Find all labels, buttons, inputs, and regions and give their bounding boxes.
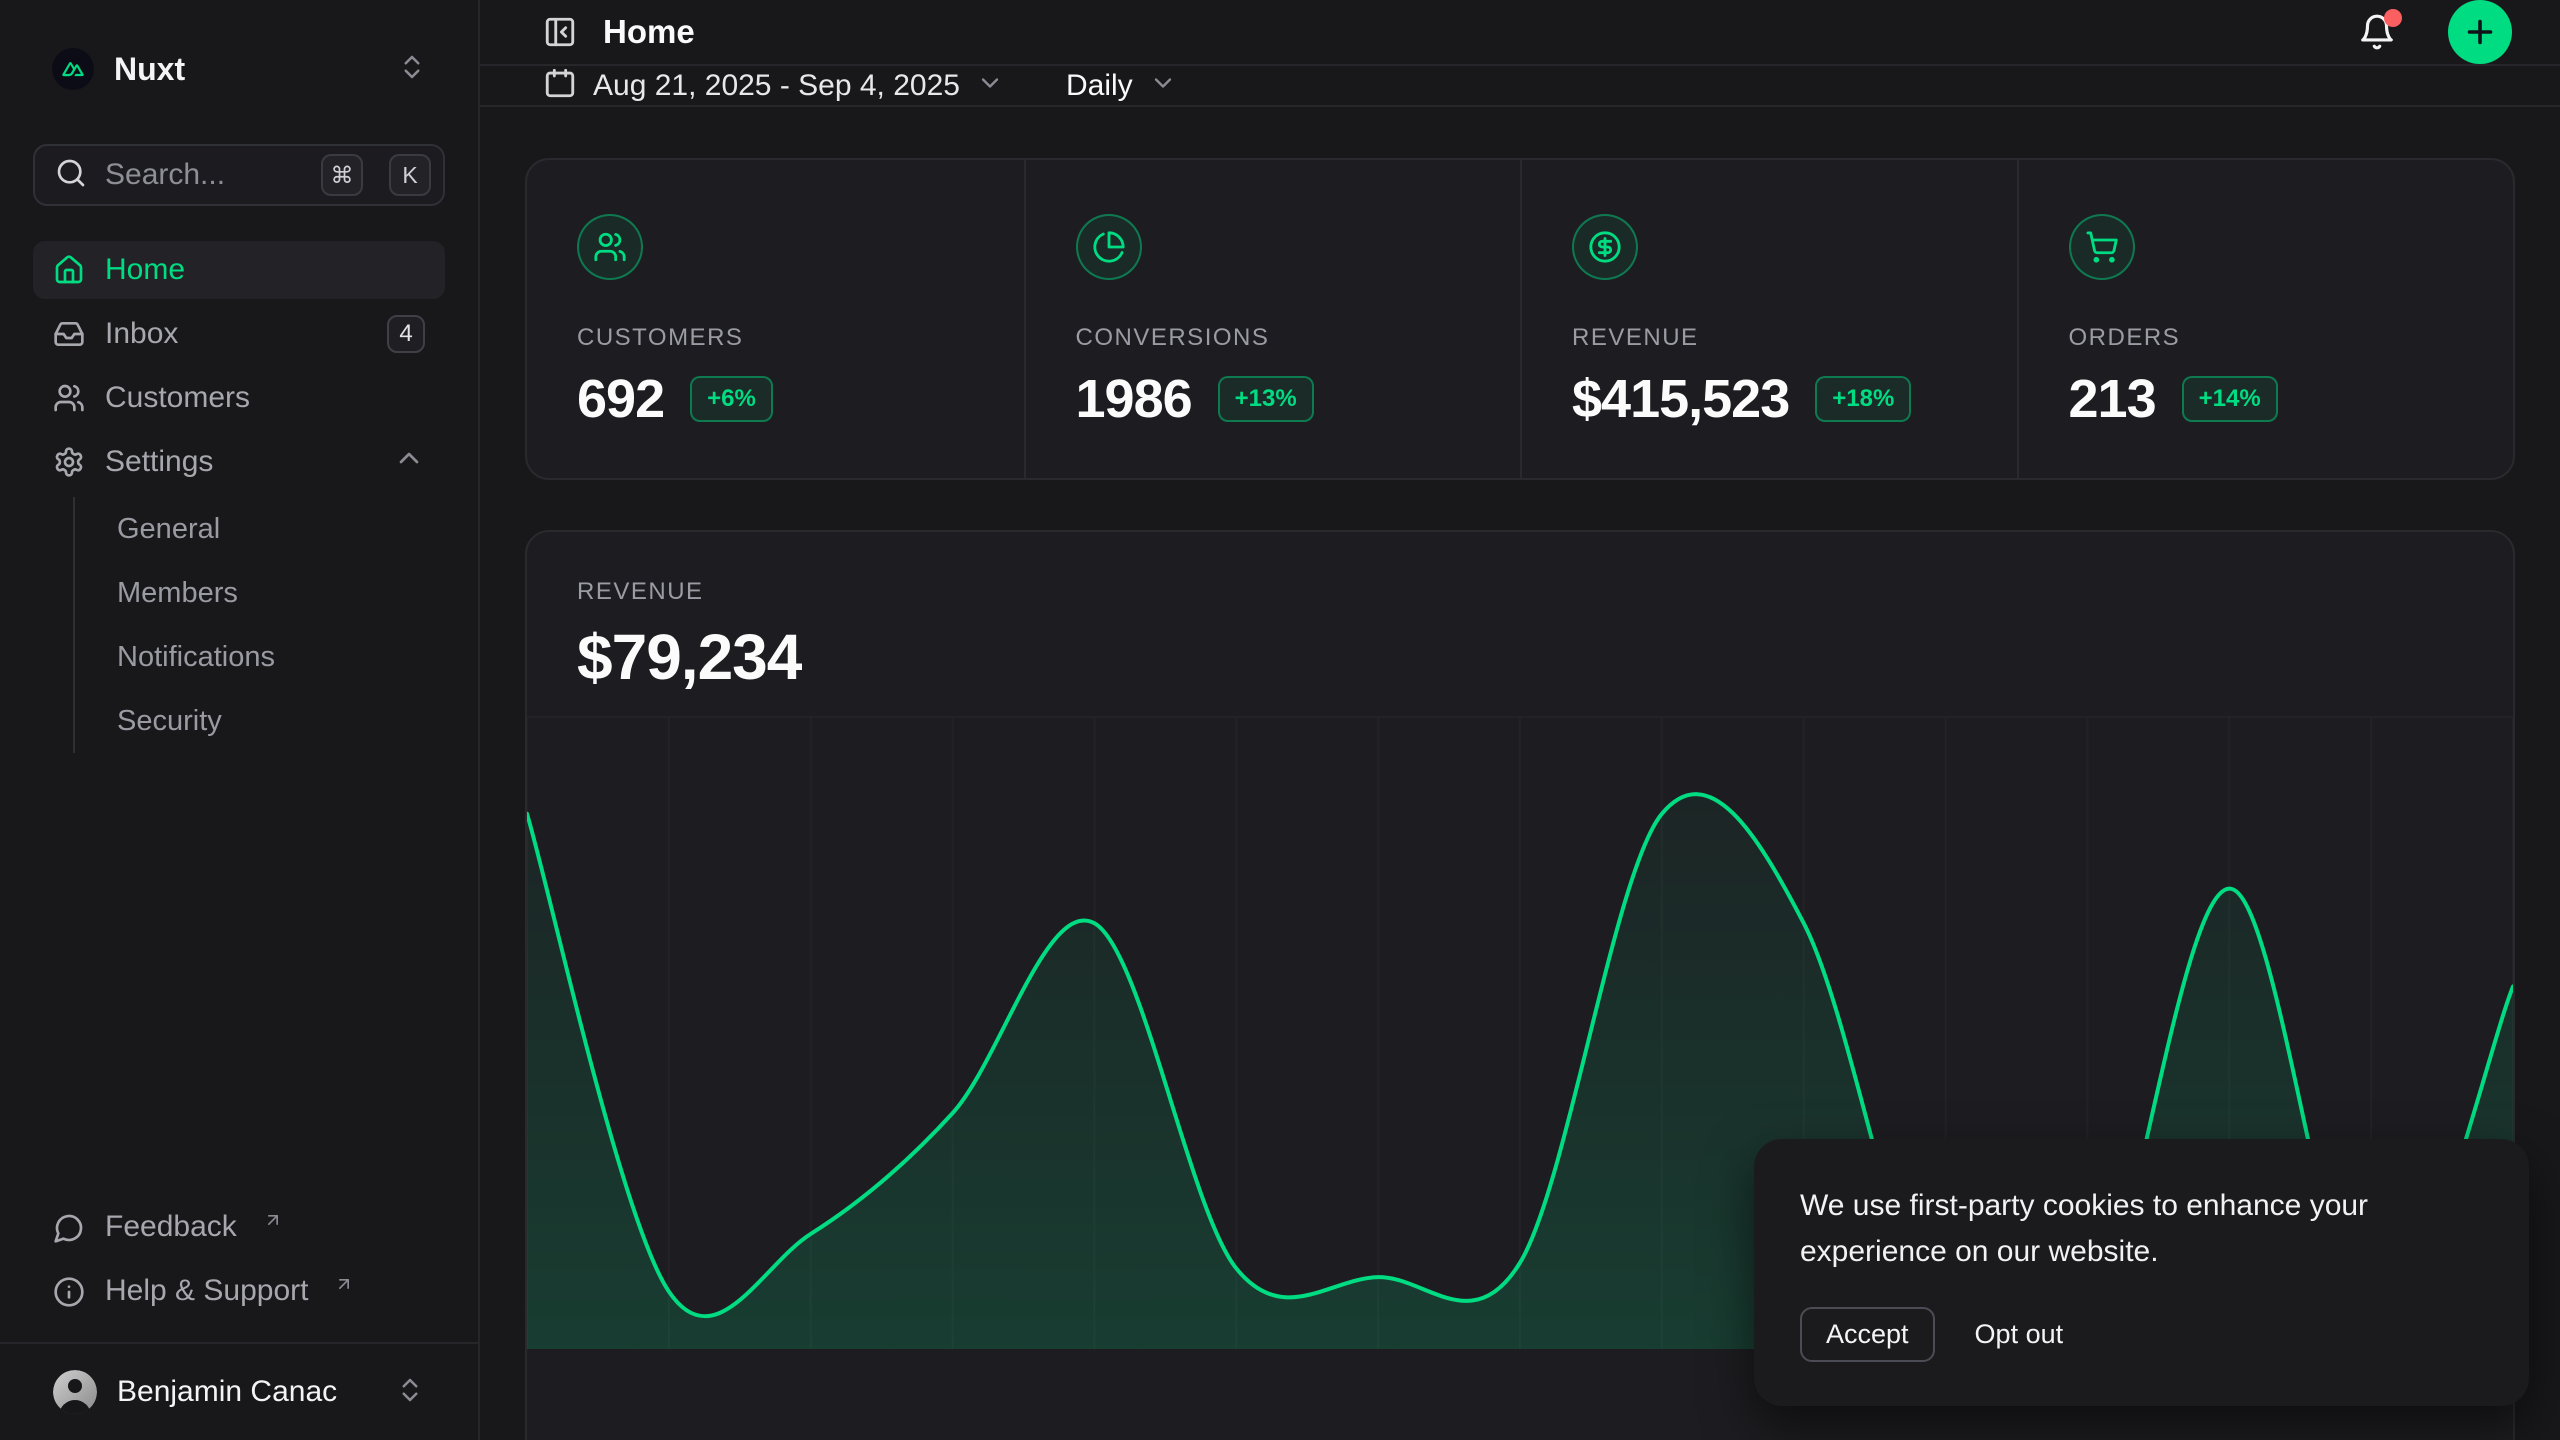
stat-label: CUSTOMERS [577, 324, 974, 352]
revenue-panel-label: REVENUE [577, 578, 2463, 606]
chevron-down-icon [1149, 69, 1177, 102]
external-link-icon [263, 1204, 283, 1238]
external-link-icon [334, 1268, 354, 1302]
footer-item-label: Feedback [105, 1210, 237, 1244]
search-input[interactable]: Search... ⌘ K [33, 144, 445, 206]
kbd-k: K [389, 154, 431, 196]
stat-delta-badge: +13% [1218, 376, 1314, 422]
revenue-panel-value: $79,234 [577, 620, 2463, 694]
chevrons-up-down-icon [397, 52, 427, 87]
shopping-cart-icon [2069, 214, 2135, 280]
stat-value: 213 [2069, 368, 2156, 430]
search-icon [55, 157, 87, 194]
chevron-down-icon [976, 69, 1004, 102]
inbox-icon [53, 318, 85, 350]
sidebar-item-general[interactable]: General [105, 497, 445, 561]
team-switcher[interactable]: Nuxt [33, 36, 445, 102]
panel-left-close-icon [543, 15, 577, 49]
sidebar-item-security[interactable]: Security [105, 689, 445, 753]
stat-card-conversions[interactable]: CONVERSIONS 1986 +13% [1024, 160, 1521, 478]
users-icon [53, 382, 85, 414]
sub-item-label: Members [117, 577, 238, 610]
sidebar-item-label: Inbox [105, 317, 367, 351]
info-circle-icon [53, 1276, 85, 1308]
plus-icon [2462, 14, 2498, 50]
stat-card-customers[interactable]: CUSTOMERS 692 +6% [527, 160, 1024, 478]
sidebar-item-members[interactable]: Members [105, 561, 445, 625]
brand-name: Nuxt [114, 51, 377, 88]
stat-delta-badge: +14% [2182, 376, 2278, 422]
page-header: Home [480, 0, 2560, 66]
add-button[interactable] [2448, 0, 2512, 64]
user-menu[interactable]: Benjamin Canac [33, 1357, 445, 1427]
cookie-banner: We use first-party cookies to enhance yo… [1754, 1139, 2529, 1406]
stat-value: $415,523 [1572, 368, 1789, 430]
stat-delta-badge: +18% [1815, 376, 1911, 422]
stat-card-revenue[interactable]: REVENUE $415,523 +18% [1520, 160, 2017, 478]
sidebar-item-label: Customers [105, 381, 425, 415]
stat-label: CONVERSIONS [1076, 324, 1471, 352]
kbd-cmd: ⌘ [321, 154, 363, 196]
sidebar-item-settings[interactable]: Settings [33, 433, 445, 491]
inbox-count-badge: 4 [387, 315, 425, 353]
circle-dollar-icon [1572, 214, 1638, 280]
accept-cookies-button[interactable]: Accept [1800, 1307, 1935, 1362]
sidebar-item-label: Home [105, 253, 425, 287]
sub-item-label: General [117, 513, 220, 546]
stat-label: ORDERS [2069, 324, 2464, 352]
granularity-select[interactable]: Daily [1066, 69, 1177, 103]
notifications-button[interactable] [2358, 13, 2396, 51]
notification-dot [2384, 9, 2402, 27]
pie-chart-icon [1076, 214, 1142, 280]
sidebar-item-home[interactable]: Home [33, 241, 445, 299]
sidebar-item-customers[interactable]: Customers [33, 369, 445, 427]
chevron-up-icon [393, 442, 425, 482]
date-range-picker[interactable]: Aug 21, 2025 - Sep 4, 2025 [543, 66, 1004, 105]
stat-card-orders[interactable]: ORDERS 213 +14% [2017, 160, 2514, 478]
home-icon [53, 254, 85, 286]
users-icon [577, 214, 643, 280]
sidebar-nav: Home Inbox 4 Customers Settings General [33, 241, 445, 753]
granularity-label: Daily [1066, 69, 1133, 103]
sidebar-item-label: Settings [105, 445, 373, 479]
settings-sub-list: General Members Notifications Security [73, 497, 445, 753]
stat-value: 692 [577, 368, 664, 430]
sidebar-collapse-button[interactable] [543, 15, 577, 49]
stat-label: REVENUE [1572, 324, 1967, 352]
stats-grid: CUSTOMERS 692 +6% CONVERSIONS 1986 +13% [525, 158, 2515, 480]
cookie-message: We use first-party cookies to enhance yo… [1800, 1183, 2450, 1275]
stat-delta-badge: +6% [690, 376, 773, 422]
sidebar-item-feedback[interactable]: Feedback [33, 1200, 445, 1256]
nuxt-logo-icon [52, 48, 94, 90]
user-name: Benjamin Canac [117, 1375, 375, 1409]
sidebar-footer: Feedback Help & Support [33, 1200, 445, 1342]
optout-cookies-button[interactable]: Opt out [1975, 1319, 2064, 1350]
footer-item-label: Help & Support [105, 1274, 308, 1308]
sub-item-label: Notifications [117, 641, 275, 674]
calendar-icon [543, 66, 577, 105]
filters-toolbar: Aug 21, 2025 - Sep 4, 2025 Daily [480, 66, 2560, 107]
sidebar-item-help-support[interactable]: Help & Support [33, 1264, 445, 1320]
page-title: Home [603, 13, 2332, 51]
sidebar: Nuxt Search... ⌘ K Home Inbox 4 [0, 0, 480, 1440]
sub-item-label: Security [117, 705, 222, 738]
avatar [53, 1370, 97, 1414]
sidebar-item-inbox[interactable]: Inbox 4 [33, 305, 445, 363]
stat-value: 1986 [1076, 368, 1192, 430]
sidebar-item-notifications[interactable]: Notifications [105, 625, 445, 689]
user-section: Benjamin Canac [0, 1342, 478, 1440]
date-range-label: Aug 21, 2025 - Sep 4, 2025 [593, 69, 960, 103]
search-placeholder: Search... [105, 158, 303, 192]
gear-icon [53, 446, 85, 478]
message-bubble-icon [53, 1212, 85, 1244]
chevrons-up-down-icon [395, 1375, 425, 1410]
